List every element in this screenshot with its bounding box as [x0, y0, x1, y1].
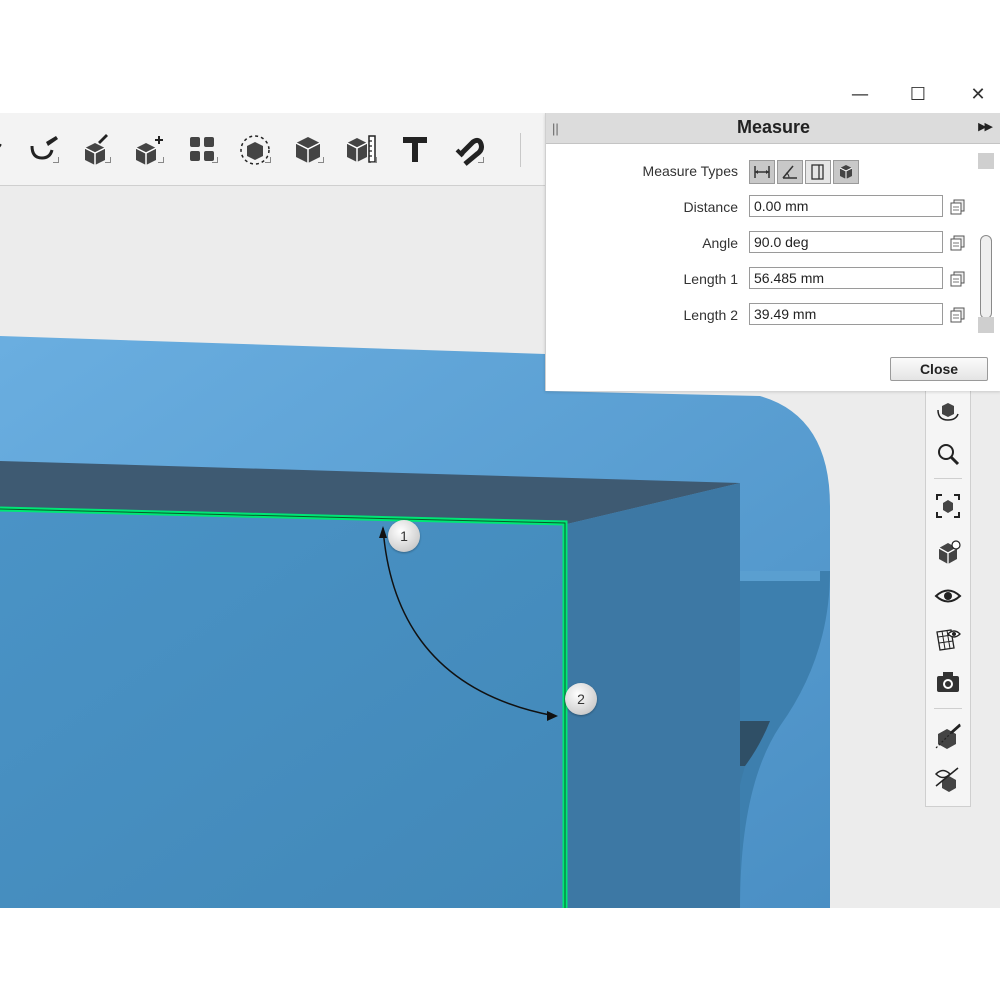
- volume-type-icon[interactable]: [833, 160, 859, 184]
- orbit-icon[interactable]: [932, 394, 964, 426]
- close-window-button[interactable]: ✕: [958, 80, 998, 108]
- panel-header[interactable]: || Measure ▶▶: [546, 113, 1000, 144]
- angle-type-icon[interactable]: [777, 160, 803, 184]
- solid-cube-icon[interactable]: [288, 129, 328, 169]
- main-toolbar: [0, 113, 545, 186]
- length2-field[interactable]: [749, 303, 943, 325]
- rotate-select-icon[interactable]: [235, 129, 275, 169]
- measure-panel: || Measure ▶▶ Measure Types Distance Ang…: [545, 113, 1000, 391]
- copy-distance-icon[interactable]: [950, 199, 966, 215]
- measure-types-group: [749, 160, 859, 186]
- hide-part-icon[interactable]: [932, 720, 964, 752]
- view-toolbar: [925, 386, 971, 807]
- distance-type-icon[interactable]: [749, 160, 775, 184]
- curve-icon[interactable]: [0, 129, 18, 169]
- text-icon[interactable]: [395, 129, 435, 169]
- zoom-icon[interactable]: [932, 438, 964, 470]
- copy-angle-icon[interactable]: [950, 235, 966, 251]
- view-cube-icon[interactable]: [932, 536, 964, 568]
- fit-view-icon[interactable]: [932, 490, 964, 522]
- window-controls: — ☐ ✕: [840, 80, 1000, 108]
- camera-icon[interactable]: [932, 666, 964, 698]
- move-body-icon[interactable]: [128, 129, 168, 169]
- scroll-up-button[interactable]: [978, 153, 994, 169]
- magnet-icon[interactable]: [448, 129, 488, 169]
- length2-label: Length 2: [683, 307, 739, 323]
- toolbar-separator: [520, 133, 521, 167]
- distance-field[interactable]: [749, 195, 943, 217]
- collapse-panel-icon[interactable]: ▶▶: [978, 120, 993, 133]
- distance-label: Distance: [683, 199, 738, 215]
- visibility-icon[interactable]: [932, 580, 964, 612]
- minimize-button[interactable]: —: [840, 80, 880, 108]
- measure-ruler-icon[interactable]: [341, 129, 381, 169]
- pattern-icon[interactable]: [182, 129, 222, 169]
- length-type-icon[interactable]: [805, 160, 831, 184]
- close-button[interactable]: Close: [890, 357, 988, 381]
- panel-scrollbar[interactable]: [977, 153, 995, 333]
- copy-length2-icon[interactable]: [950, 307, 966, 323]
- mesh-view-icon[interactable]: [932, 622, 964, 654]
- length1-label: Length 1: [683, 271, 739, 287]
- block-front-face: [0, 509, 567, 908]
- show-part-icon[interactable]: [932, 764, 964, 796]
- app-window: 1 2 || Measure ▶▶ Measure Types Distance…: [0, 113, 1000, 908]
- scroll-down-button[interactable]: [978, 317, 994, 333]
- angle-label: Angle: [702, 235, 738, 251]
- scroll-thumb[interactable]: [980, 235, 992, 319]
- length1-field[interactable]: [749, 267, 943, 289]
- copy-length1-icon[interactable]: [950, 271, 966, 287]
- angle-field[interactable]: [749, 231, 943, 253]
- sketch-edit-icon[interactable]: [23, 129, 63, 169]
- marker-1[interactable]: 1: [388, 520, 420, 552]
- measure-types-label: Measure Types: [642, 163, 738, 179]
- marker-2[interactable]: 2: [565, 683, 597, 715]
- paint-brush-icon[interactable]: [75, 129, 115, 169]
- panel-title: Measure: [736, 117, 811, 137]
- maximize-button[interactable]: ☐: [898, 80, 938, 108]
